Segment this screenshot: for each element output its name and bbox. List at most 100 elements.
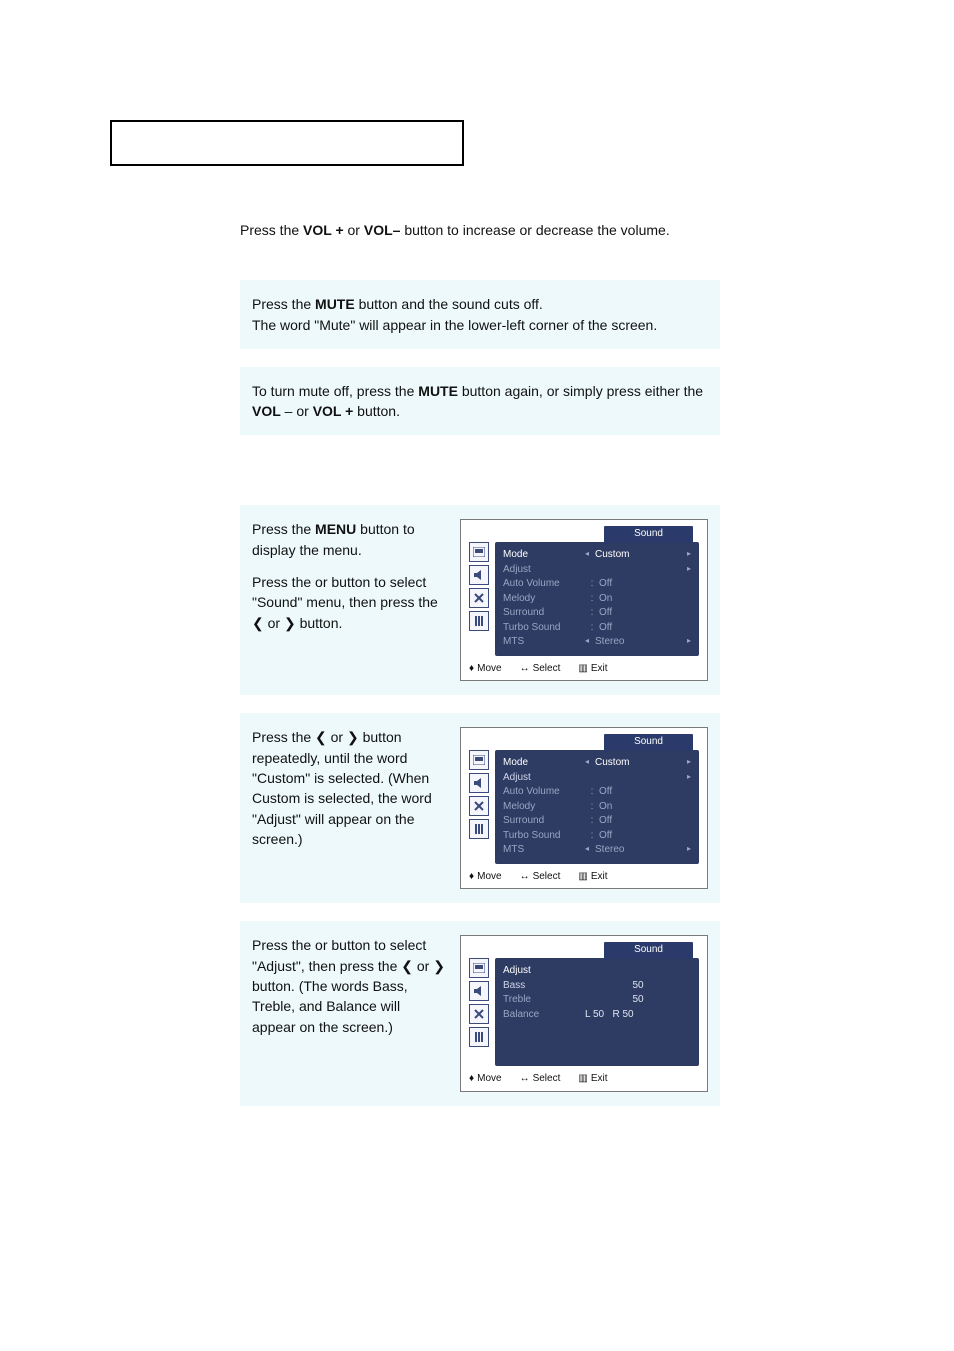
exit-icon: ▥ [578, 663, 587, 674]
osd-item-label: Treble [503, 993, 585, 1008]
osd-item-label: MTS [503, 843, 585, 858]
osd-item-value: On [599, 800, 691, 815]
osd-footer-select: ↔Select [520, 870, 561, 885]
text: button and the sound cuts off. [355, 296, 543, 312]
osd-sound-menu: Sound Mode◂Custom▸ Adjust▸ [460, 519, 708, 681]
osd-item-label: Adjust [503, 771, 585, 786]
picture-tab-icon [469, 750, 489, 770]
osd-item-value: Stereo [589, 843, 687, 858]
osd-item-value: 50 [585, 979, 691, 994]
osd-item-value: 50 [585, 993, 691, 1008]
sound-step-2: Press the ❮ or ❯ button repeatedly, unti… [240, 713, 720, 903]
osd-item-label: Surround [503, 814, 585, 829]
osd-item-label: Turbo Sound [503, 829, 585, 844]
osd-item-label: MTS [503, 635, 585, 650]
volume-instruction: Press the VOL + or VOL– button to increa… [240, 220, 720, 240]
mute-step-1: Press the MUTE button and the sound cuts… [240, 280, 720, 349]
sound-tab-icon [469, 981, 489, 1001]
right-arrow-icon: ▸ [687, 843, 691, 858]
text: button. [353, 403, 400, 419]
osd-item-label: Auto Volume [503, 785, 585, 800]
leftright-icon: ↔ [520, 871, 530, 882]
text: button again, or simply press either the [458, 383, 703, 399]
osd-item-value: Off [599, 606, 691, 621]
sound-step-1: Press the MENU button to display the men… [240, 505, 720, 695]
text: Press the [252, 521, 315, 537]
osd-footer-exit: ▥Exit [578, 662, 607, 677]
osd-adjust-menu: Sound Adjust Bass50 Treble5 [460, 935, 708, 1092]
osd-item-value: Off [599, 814, 691, 829]
osd-item-value: On [599, 592, 691, 607]
vol-label: VOL [252, 403, 281, 419]
sound-step-3: Press the or button to select "Adjust", … [240, 921, 720, 1106]
osd-category-tabs [469, 542, 489, 656]
sound-tab-icon [469, 565, 489, 585]
updown-icon: ♦ [469, 663, 474, 674]
osd-item-value: Off [599, 577, 691, 592]
osd-item-value: Off [599, 829, 691, 844]
osd-item-label: Melody [503, 592, 585, 607]
vol-plus-label: VOL + [303, 222, 344, 238]
text: To turn mute off, press the [252, 383, 418, 399]
osd-item-value: L 50 R 50 [585, 1008, 691, 1023]
right-arrow-icon: ▸ [687, 548, 691, 563]
osd-item-label: Bass [503, 979, 585, 994]
osd-footer-move: ♦Move [469, 1072, 502, 1087]
osd-item-label: Surround [503, 606, 585, 621]
osd-title: Sound [604, 526, 693, 543]
setup-tab-icon [469, 1027, 489, 1047]
vol-plus-label: VOL + [313, 403, 354, 419]
leftright-icon: ↔ [520, 1073, 530, 1084]
osd-item-label: Turbo Sound [503, 621, 585, 636]
osd-item-label: Mode [503, 756, 585, 771]
right-arrow-icon: ▸ [687, 635, 691, 650]
osd-title: Sound [604, 734, 693, 751]
osd-heading: Adjust [503, 964, 585, 979]
osd-item-label: Mode [503, 548, 585, 563]
osd-item-value: Off [599, 621, 691, 636]
vol-minus-label: VOL– [364, 222, 401, 238]
osd-item-value: Off [599, 785, 691, 800]
channel-tab-icon [469, 588, 489, 608]
osd-footer-select: ↔Select [520, 1072, 561, 1087]
text: The word "Mute" will appear in the lower… [252, 315, 708, 335]
osd-item-label: Melody [503, 800, 585, 815]
mute-button-label: MUTE [315, 296, 355, 312]
picture-tab-icon [469, 958, 489, 978]
osd-item-label: Balance [503, 1008, 585, 1023]
updown-icon: ♦ [469, 871, 474, 882]
osd-title: Sound [604, 942, 693, 959]
right-arrow-icon: ▸ [687, 756, 691, 771]
picture-tab-icon [469, 542, 489, 562]
setup-tab-icon [469, 819, 489, 839]
right-arrow-icon: ▸ [687, 771, 691, 786]
text: or [344, 222, 364, 238]
text: Press the ❮ or ❯ button repeatedly, unti… [252, 727, 446, 849]
channel-tab-icon [469, 796, 489, 816]
exit-icon: ▥ [578, 1073, 587, 1084]
osd-category-tabs [469, 750, 489, 864]
text: – or [281, 403, 313, 419]
section-title-box [110, 120, 464, 166]
sound-tab-icon [469, 773, 489, 793]
osd-footer-select: ↔Select [520, 662, 561, 677]
osd-sound-menu: Sound Mode◂Custom▸ Adjust▸ [460, 727, 708, 889]
osd-footer-move: ♦Move [469, 870, 502, 885]
right-arrow-icon: ▸ [687, 563, 691, 578]
osd-footer-move: ♦Move [469, 662, 502, 677]
osd-footer-exit: ▥Exit [578, 870, 607, 885]
text: Press the [240, 222, 303, 238]
text: button to increase or decrease the volum… [400, 222, 669, 238]
mute-button-label: MUTE [418, 383, 458, 399]
leftright-icon: ↔ [520, 663, 530, 674]
updown-icon: ♦ [469, 1073, 474, 1084]
osd-item-label: Adjust [503, 563, 585, 578]
channel-tab-icon [469, 1004, 489, 1024]
setup-tab-icon [469, 611, 489, 631]
menu-button-label: MENU [315, 521, 356, 537]
osd-item-label: Auto Volume [503, 577, 585, 592]
text: Press the or button to select "Adjust", … [252, 935, 446, 1036]
osd-item-value: Stereo [589, 635, 687, 650]
mute-step-2: To turn mute off, press the MUTE button … [240, 367, 720, 436]
osd-footer-exit: ▥Exit [578, 1072, 607, 1087]
